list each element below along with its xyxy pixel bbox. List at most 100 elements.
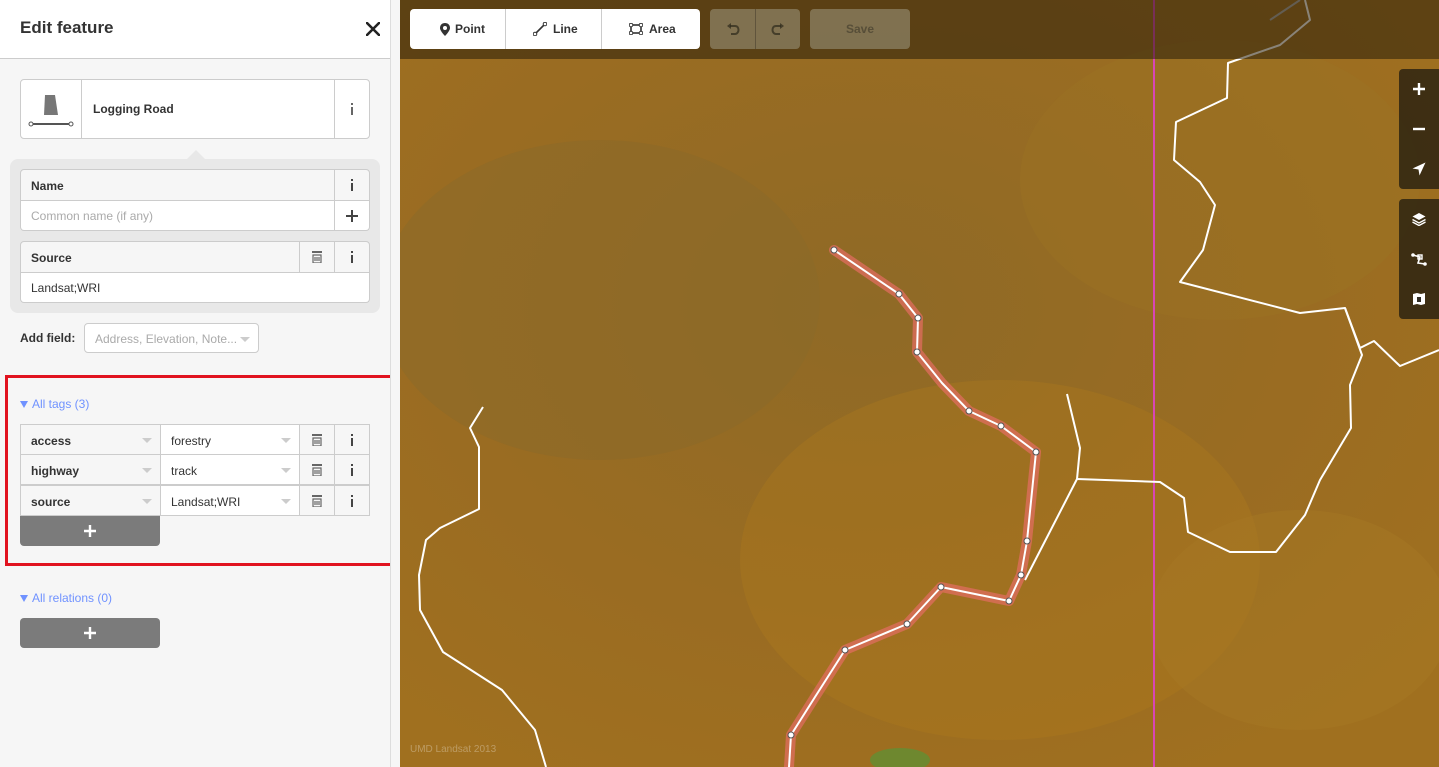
- help-icon: [1413, 293, 1425, 305]
- add-relation-button[interactable]: [20, 618, 160, 648]
- add-tag-button[interactable]: [20, 516, 160, 546]
- source-value: Landsat;WRI: [31, 281, 101, 295]
- sidebar-resizer[interactable]: [390, 0, 400, 767]
- geolocate-button[interactable]: [1399, 149, 1439, 189]
- tag-row: access forestry: [20, 424, 370, 455]
- tag-key-input[interactable]: highway: [20, 454, 161, 485]
- preset-info-button[interactable]: [334, 80, 369, 138]
- tag-key-input[interactable]: access: [20, 424, 161, 455]
- tag-value-input[interactable]: forestry: [160, 424, 300, 455]
- undo-button[interactable]: [710, 9, 755, 49]
- preset-selector[interactable]: Logging Road: [20, 79, 370, 139]
- info-icon: [351, 463, 353, 476]
- close-icon: [365, 21, 381, 37]
- plus-icon: [84, 627, 96, 639]
- zoom-in-button[interactable]: [1399, 69, 1439, 109]
- source-input[interactable]: Landsat;WRI: [20, 273, 370, 303]
- info-icon: [351, 103, 353, 115]
- tag-row: source Landsat;WRI: [20, 485, 370, 516]
- road-preset-icon: [28, 95, 74, 127]
- tag-value-input[interactable]: track: [160, 454, 300, 485]
- info-icon: [351, 179, 353, 191]
- tag-remove-button[interactable]: [299, 424, 335, 455]
- zoom-in-icon: [1413, 83, 1425, 95]
- add-point-button[interactable]: Point: [410, 9, 506, 49]
- tag-row: highway track: [20, 454, 370, 485]
- name-field-label: Name: [31, 179, 64, 193]
- name-info-button[interactable]: [334, 170, 369, 200]
- map-canvas[interactable]: Point Line Area Save UMD Landsat 2013: [400, 0, 1439, 767]
- tag-info-button[interactable]: [334, 485, 370, 516]
- source-field-label: Source: [31, 251, 72, 265]
- map-zoom-controls: [1399, 69, 1439, 189]
- imagery-attribution: UMD Landsat 2013: [410, 744, 497, 755]
- top-toolbar: Point Line Area Save: [400, 0, 1439, 59]
- close-button[interactable]: [358, 14, 388, 44]
- add-line-button[interactable]: Line: [506, 9, 602, 49]
- source-field: Source Landsat;WRI: [20, 241, 370, 303]
- save-button[interactable]: Save: [810, 9, 910, 49]
- add-area-button[interactable]: Area: [602, 9, 700, 49]
- info-icon: [351, 251, 353, 263]
- all-relations-toggle[interactable]: All relations (0): [20, 591, 112, 605]
- chevron-down-icon: [142, 468, 152, 473]
- tag-info-button[interactable]: [334, 424, 370, 455]
- all-tags-label: All tags (3): [32, 397, 90, 411]
- satellite-imagery: [400, 0, 1439, 767]
- plus-icon: [346, 209, 358, 222]
- source-remove-button[interactable]: [299, 242, 334, 272]
- chevron-down-icon: [281, 499, 291, 504]
- undo-icon: [726, 23, 740, 35]
- name-localize-button[interactable]: [334, 201, 369, 230]
- tag-key: highway: [31, 464, 80, 478]
- undo-redo-group: [710, 9, 800, 49]
- trash-icon: [312, 494, 322, 507]
- layers-icon: [1412, 213, 1426, 226]
- triangle-down-icon: [20, 595, 28, 603]
- point-icon: [440, 23, 450, 36]
- zoom-out-button[interactable]: [1399, 109, 1439, 149]
- tag-value: Landsat;WRI: [171, 495, 241, 509]
- chevron-down-icon: [240, 337, 250, 342]
- tag-key-input[interactable]: source: [20, 485, 161, 516]
- name-field-label-row: Name: [20, 169, 370, 201]
- tag-key: source: [31, 495, 71, 509]
- tag-remove-button[interactable]: [299, 485, 335, 516]
- tag-info-button[interactable]: [334, 454, 370, 485]
- tag-value: forestry: [171, 434, 212, 448]
- tag-remove-button[interactable]: [299, 454, 335, 485]
- tag-key: access: [31, 434, 72, 448]
- sidebar: Edit feature Logging Road Name Common na…: [0, 0, 400, 767]
- chevron-down-icon: [142, 438, 152, 443]
- redo-button[interactable]: [756, 9, 800, 49]
- sidebar-header: Edit feature: [0, 0, 390, 59]
- mode-buttons: Point Line Area: [410, 9, 700, 49]
- all-tags-toggle[interactable]: All tags (3): [20, 397, 89, 411]
- all-relations-label: All relations (0): [32, 591, 113, 605]
- background-layers-button[interactable]: [1399, 199, 1439, 239]
- tag-value: track: [171, 464, 198, 478]
- name-input[interactable]: Common name (if any): [20, 201, 370, 231]
- point-label: Point: [455, 22, 485, 36]
- sidebar-title: Edit feature: [20, 18, 114, 37]
- triangle-down-icon: [20, 401, 28, 409]
- plus-icon: [84, 525, 96, 537]
- info-icon: [351, 494, 353, 507]
- add-field-label: Add field:: [20, 331, 76, 345]
- add-field-placeholder: Address, Elevation, Note...: [95, 332, 238, 346]
- trash-icon: [312, 251, 322, 263]
- add-field-combo[interactable]: Address, Elevation, Note...: [84, 323, 259, 353]
- map-data-button[interactable]: [1399, 239, 1439, 279]
- chevron-down-icon: [281, 468, 291, 473]
- info-icon: [351, 433, 353, 446]
- name-placeholder: Common name (if any): [31, 209, 154, 223]
- chevron-down-icon: [142, 499, 152, 504]
- redo-icon: [771, 23, 784, 35]
- area-icon: [629, 23, 643, 35]
- line-label: Line: [553, 22, 578, 36]
- zoom-out-icon: [1413, 127, 1425, 131]
- source-info-button[interactable]: [334, 242, 369, 272]
- tag-value-input[interactable]: Landsat;WRI: [160, 485, 300, 516]
- trash-icon: [312, 433, 322, 446]
- help-button[interactable]: [1399, 279, 1439, 319]
